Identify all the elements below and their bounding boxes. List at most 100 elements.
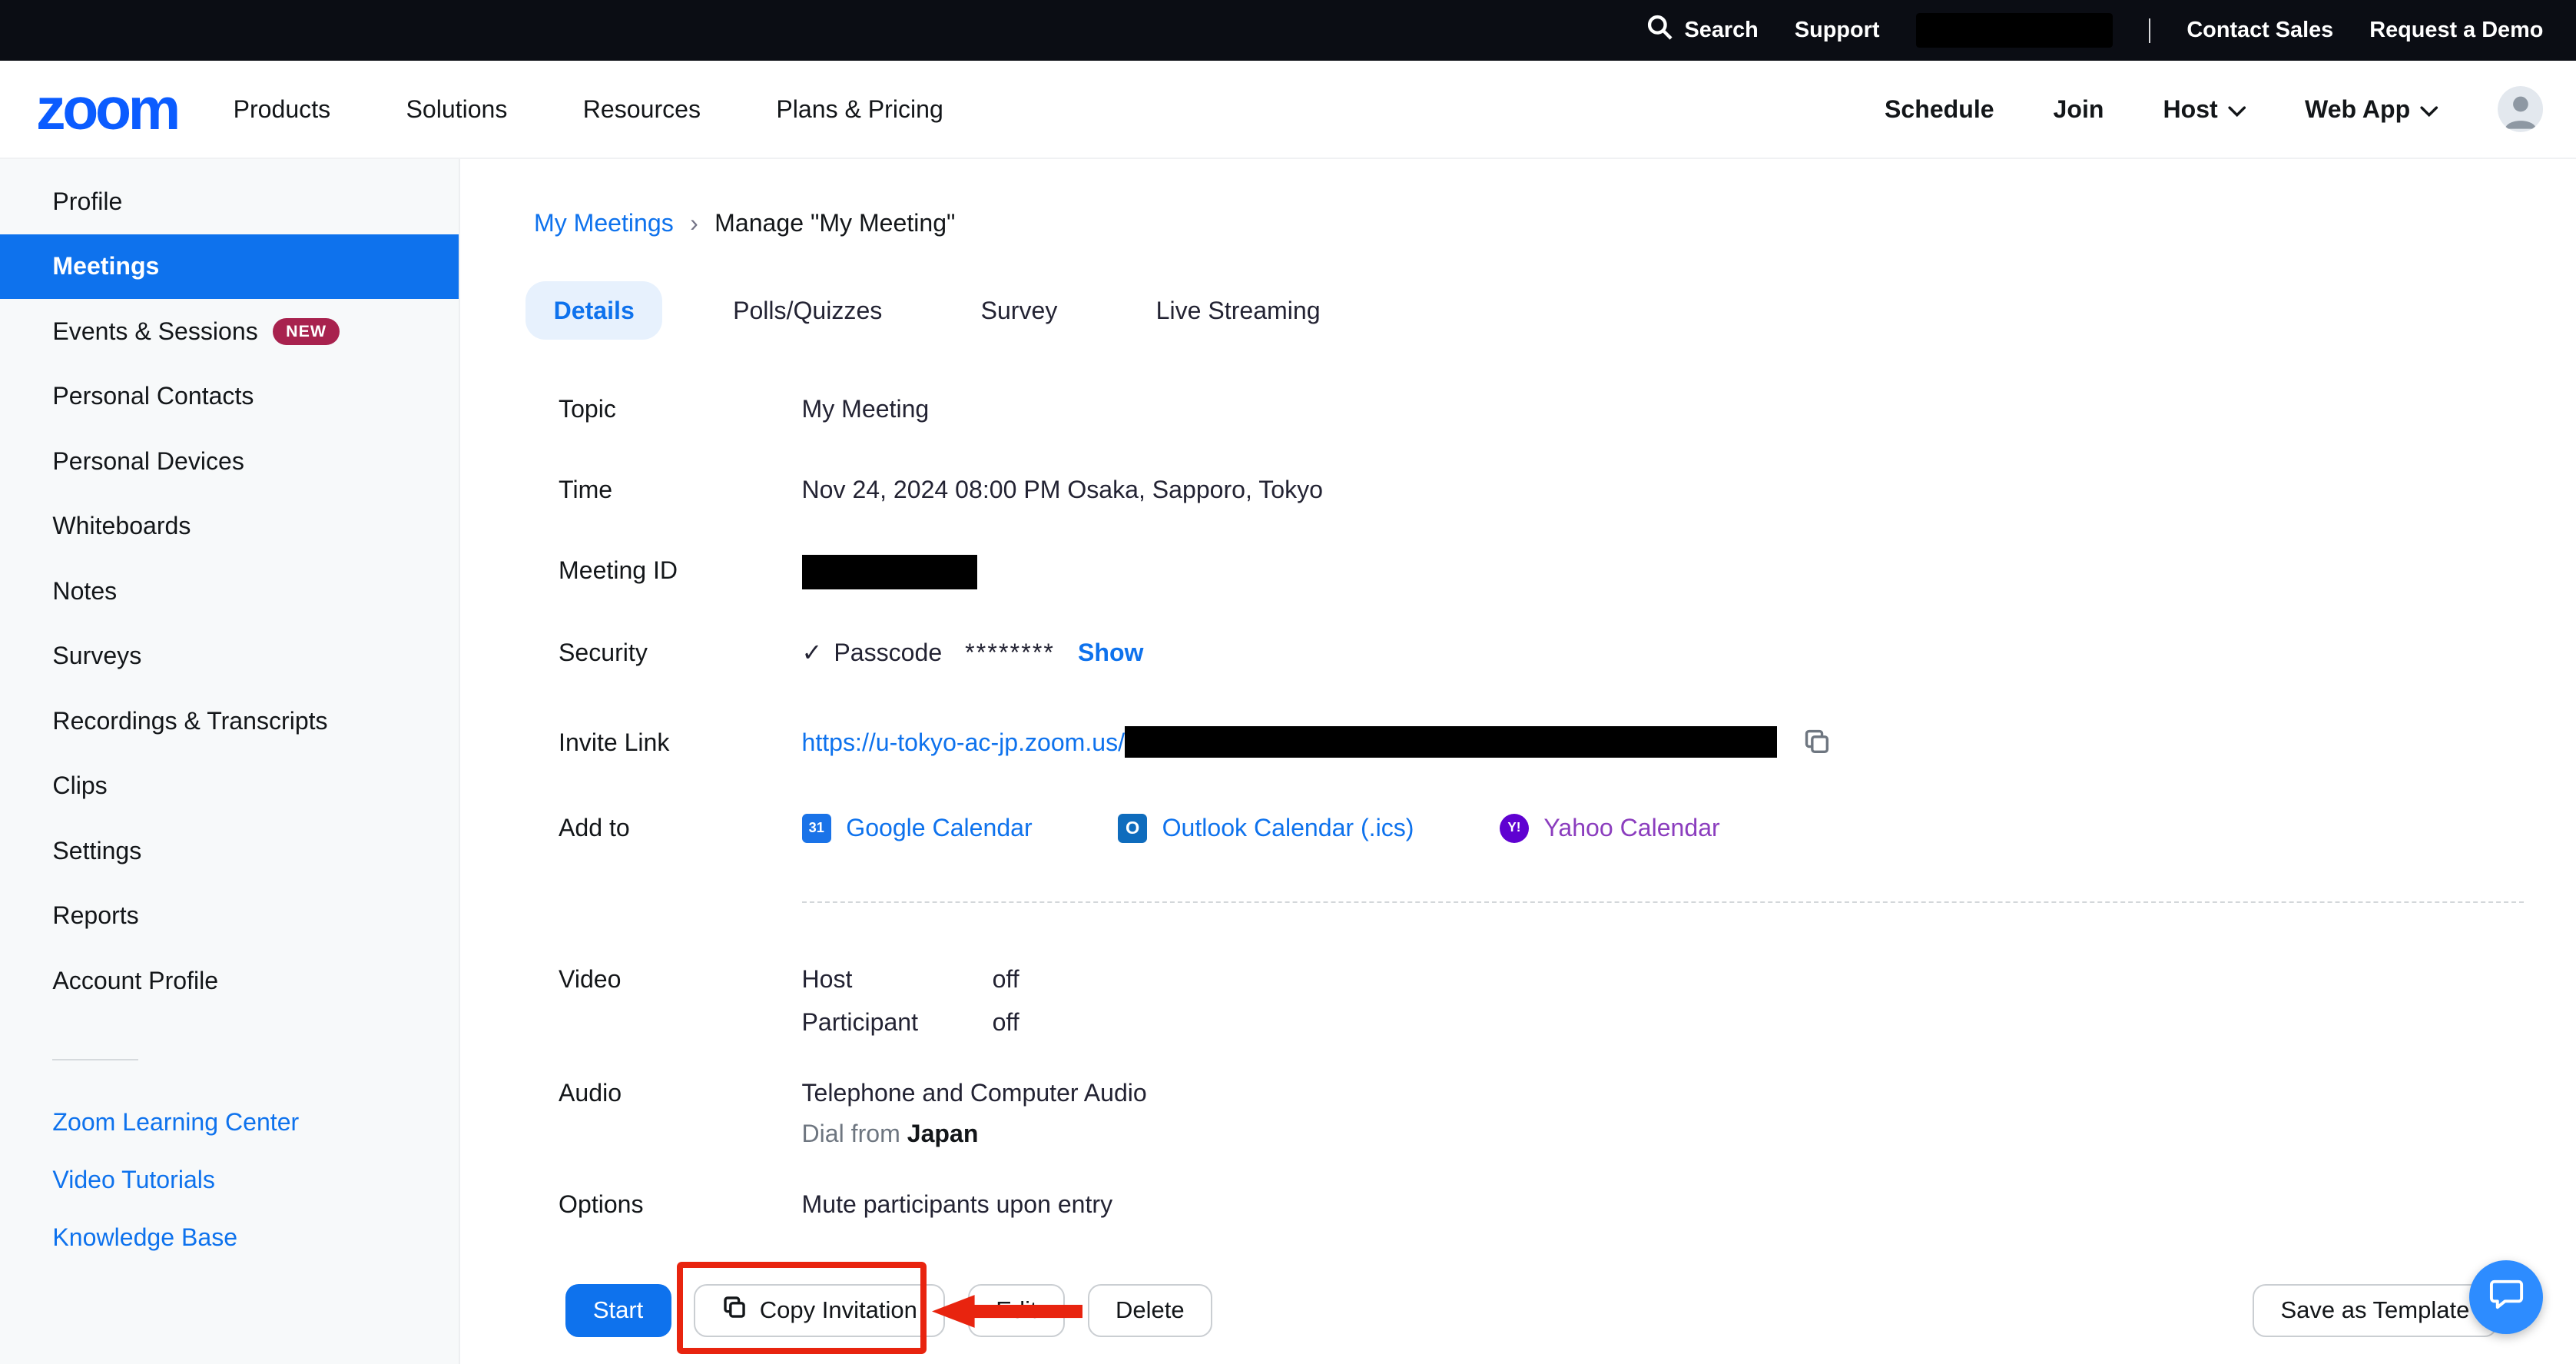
sidebar-item-meetings[interactable]: Meetings — [0, 234, 459, 299]
support-link[interactable]: Support — [1795, 18, 1880, 43]
security-row: Security ✓Passcode********Show — [559, 636, 2576, 670]
contact-sales-link[interactable]: Contact Sales — [2186, 18, 2333, 43]
nav-plans-pricing[interactable]: Plans & Pricing — [776, 95, 943, 124]
sidebar-item-profile[interactable]: Profile — [0, 169, 459, 234]
header-actions: Schedule Join Host Web App — [1885, 86, 2543, 132]
passcode-mask: ******** — [965, 639, 1055, 666]
outlook-calendar-icon: O — [1118, 814, 1147, 843]
video-participant-row: Participant off — [802, 1005, 1019, 1040]
topic-label: Topic — [559, 392, 801, 426]
meeting-tabs: Details Polls/Quizzes Survey Live Stream… — [525, 281, 2576, 339]
start-button[interactable]: Start — [565, 1284, 671, 1336]
sidebar-item-surveys[interactable]: Surveys — [0, 624, 459, 689]
invite-url[interactable]: https://u-tokyo-ac-jp.zoom.us/ — [802, 728, 1126, 756]
google-calendar-icon: 31 — [802, 814, 831, 843]
sidebar-link-knowledge-base[interactable]: Knowledge Base — [0, 1209, 459, 1266]
copy-link-icon[interactable] — [1803, 734, 1831, 762]
audio-label: Audio — [559, 1076, 801, 1151]
sidebar-item-reports[interactable]: Reports — [0, 883, 459, 947]
add-to-label: Add to — [559, 811, 801, 845]
yahoo-calendar-link[interactable]: Y! Yahoo Calendar — [1500, 811, 1720, 845]
zoom-logo[interactable]: zoom — [36, 80, 177, 139]
sidebar-item-recordings-transcripts[interactable]: Recordings & Transcripts — [0, 689, 459, 753]
sidebar-item-account-profile[interactable]: Account Profile — [0, 948, 459, 1013]
edit-button[interactable]: Edit — [968, 1284, 1065, 1336]
primary-nav: Products Solutions Resources Plans & Pri… — [234, 95, 943, 124]
video-host-value: off — [993, 962, 1019, 997]
outlook-calendar-link[interactable]: O Outlook Calendar (.ics) — [1118, 811, 1414, 845]
meeting-details: Topic My Meeting Time Nov 24, 2024 08:00… — [559, 392, 2576, 1222]
redacted-invite-link — [1125, 726, 1777, 758]
main-header: zoom Products Solutions Resources Plans … — [0, 61, 2576, 159]
video-participant-value: off — [993, 1005, 1019, 1040]
video-host-label: Host — [802, 962, 993, 997]
sidebar-divider — [52, 1059, 138, 1060]
host-menu[interactable]: Host — [2163, 95, 2246, 124]
breadcrumb-my-meetings[interactable]: My Meetings — [534, 209, 674, 237]
topic-row: Topic My Meeting — [559, 392, 2576, 426]
video-label: Video — [559, 962, 801, 1040]
sidebar-link-zoom-learning-center[interactable]: Zoom Learning Center — [0, 1094, 459, 1151]
options-row: Options Mute participants upon entry — [559, 1187, 2576, 1222]
chat-bubble-icon — [2488, 1276, 2525, 1319]
options-value: Mute participants upon entry — [802, 1187, 1113, 1222]
search-icon — [1646, 14, 1673, 46]
save-as-template-button[interactable]: Save as Template — [2253, 1284, 2497, 1336]
sidebar-item-personal-devices[interactable]: Personal Devices — [0, 429, 459, 493]
video-row: Video Host off Participant off — [559, 962, 2576, 1040]
zoom-web-portal: Search Support Contact Sales Request a D… — [0, 0, 2576, 1364]
audio-row: Audio Telephone and Computer Audio Dial … — [559, 1076, 2576, 1151]
nav-products[interactable]: Products — [234, 95, 331, 124]
meeting-id-label: Meeting ID — [559, 553, 801, 589]
copy-icon — [722, 1295, 747, 1326]
nav-solutions[interactable]: Solutions — [406, 95, 508, 124]
sidebar-item-whiteboards[interactable]: Whiteboards — [0, 494, 459, 559]
video-host-row: Host off — [802, 962, 1019, 997]
time-label: Time — [559, 473, 801, 507]
search-label: Search — [1685, 18, 1759, 43]
search-button[interactable]: Search — [1646, 14, 1758, 46]
video-participant-label: Participant — [802, 1005, 993, 1040]
add-to-row: Add to 31 Google Calendar O Outlook Cale… — [559, 811, 2576, 845]
request-demo-link[interactable]: Request a Demo — [2369, 18, 2543, 43]
meeting-id-row: Meeting ID — [559, 553, 2576, 589]
schedule-link[interactable]: Schedule — [1885, 95, 1994, 124]
sidebar-item-settings[interactable]: Settings — [0, 818, 459, 883]
avatar[interactable] — [2498, 86, 2544, 132]
top-utility-bar: Search Support Contact Sales Request a D… — [0, 0, 2576, 61]
tab-details[interactable]: Details — [525, 281, 662, 339]
redacted-account-info — [1916, 13, 2114, 48]
invite-link-row: Invite Link https://u-tokyo-ac-jp.zoom.u… — [559, 725, 2576, 765]
copy-invitation-button[interactable]: Copy Invitation — [694, 1284, 945, 1336]
time-value: Nov 24, 2024 08:00 PM Osaka, Sapporo, To… — [802, 473, 1323, 507]
show-passcode-link[interactable]: Show — [1078, 639, 1144, 666]
chevron-down-icon — [2228, 95, 2246, 124]
breadcrumb: My Meetings › Manage "My Meeting" — [534, 209, 2576, 237]
topbar-separator — [2149, 18, 2150, 43]
chevron-down-icon — [2420, 95, 2438, 124]
join-link[interactable]: Join — [2054, 95, 2104, 124]
sidebar-item-events-sessions[interactable]: Events & Sessions NEW — [0, 299, 459, 363]
dial-from-label: Dial from — [802, 1120, 900, 1147]
sidebar-item-personal-contacts[interactable]: Personal Contacts — [0, 364, 459, 429]
meeting-actions-bar: Start Copy Invitation Edit Delete Save a… — [460, 1257, 2576, 1364]
tab-survey[interactable]: Survey — [953, 281, 1085, 339]
redacted-meeting-id — [802, 555, 978, 589]
google-calendar-link[interactable]: 31 Google Calendar — [802, 811, 1033, 845]
sidebar-item-clips[interactable]: Clips — [0, 753, 459, 818]
topic-value: My Meeting — [802, 392, 930, 426]
nav-resources[interactable]: Resources — [583, 95, 701, 124]
security-label: Security — [559, 636, 801, 670]
tab-polls-quizzes[interactable]: Polls/Quizzes — [705, 281, 910, 339]
breadcrumb-chevron-icon: › — [690, 209, 698, 237]
main-content: My Meetings › Manage "My Meeting" Detail… — [460, 159, 2576, 1364]
breadcrumb-current: Manage "My Meeting" — [714, 209, 955, 237]
sidebar-link-video-tutorials[interactable]: Video Tutorials — [0, 1151, 459, 1209]
web-app-menu[interactable]: Web App — [2305, 95, 2438, 124]
time-row: Time Nov 24, 2024 08:00 PM Osaka, Sappor… — [559, 473, 2576, 507]
delete-button[interactable]: Delete — [1088, 1284, 1212, 1336]
sidebar-item-notes[interactable]: Notes — [0, 559, 459, 623]
passcode-label: Passcode — [834, 639, 942, 666]
new-badge: NEW — [273, 318, 340, 344]
tab-live-streaming[interactable]: Live Streaming — [1128, 281, 1348, 339]
